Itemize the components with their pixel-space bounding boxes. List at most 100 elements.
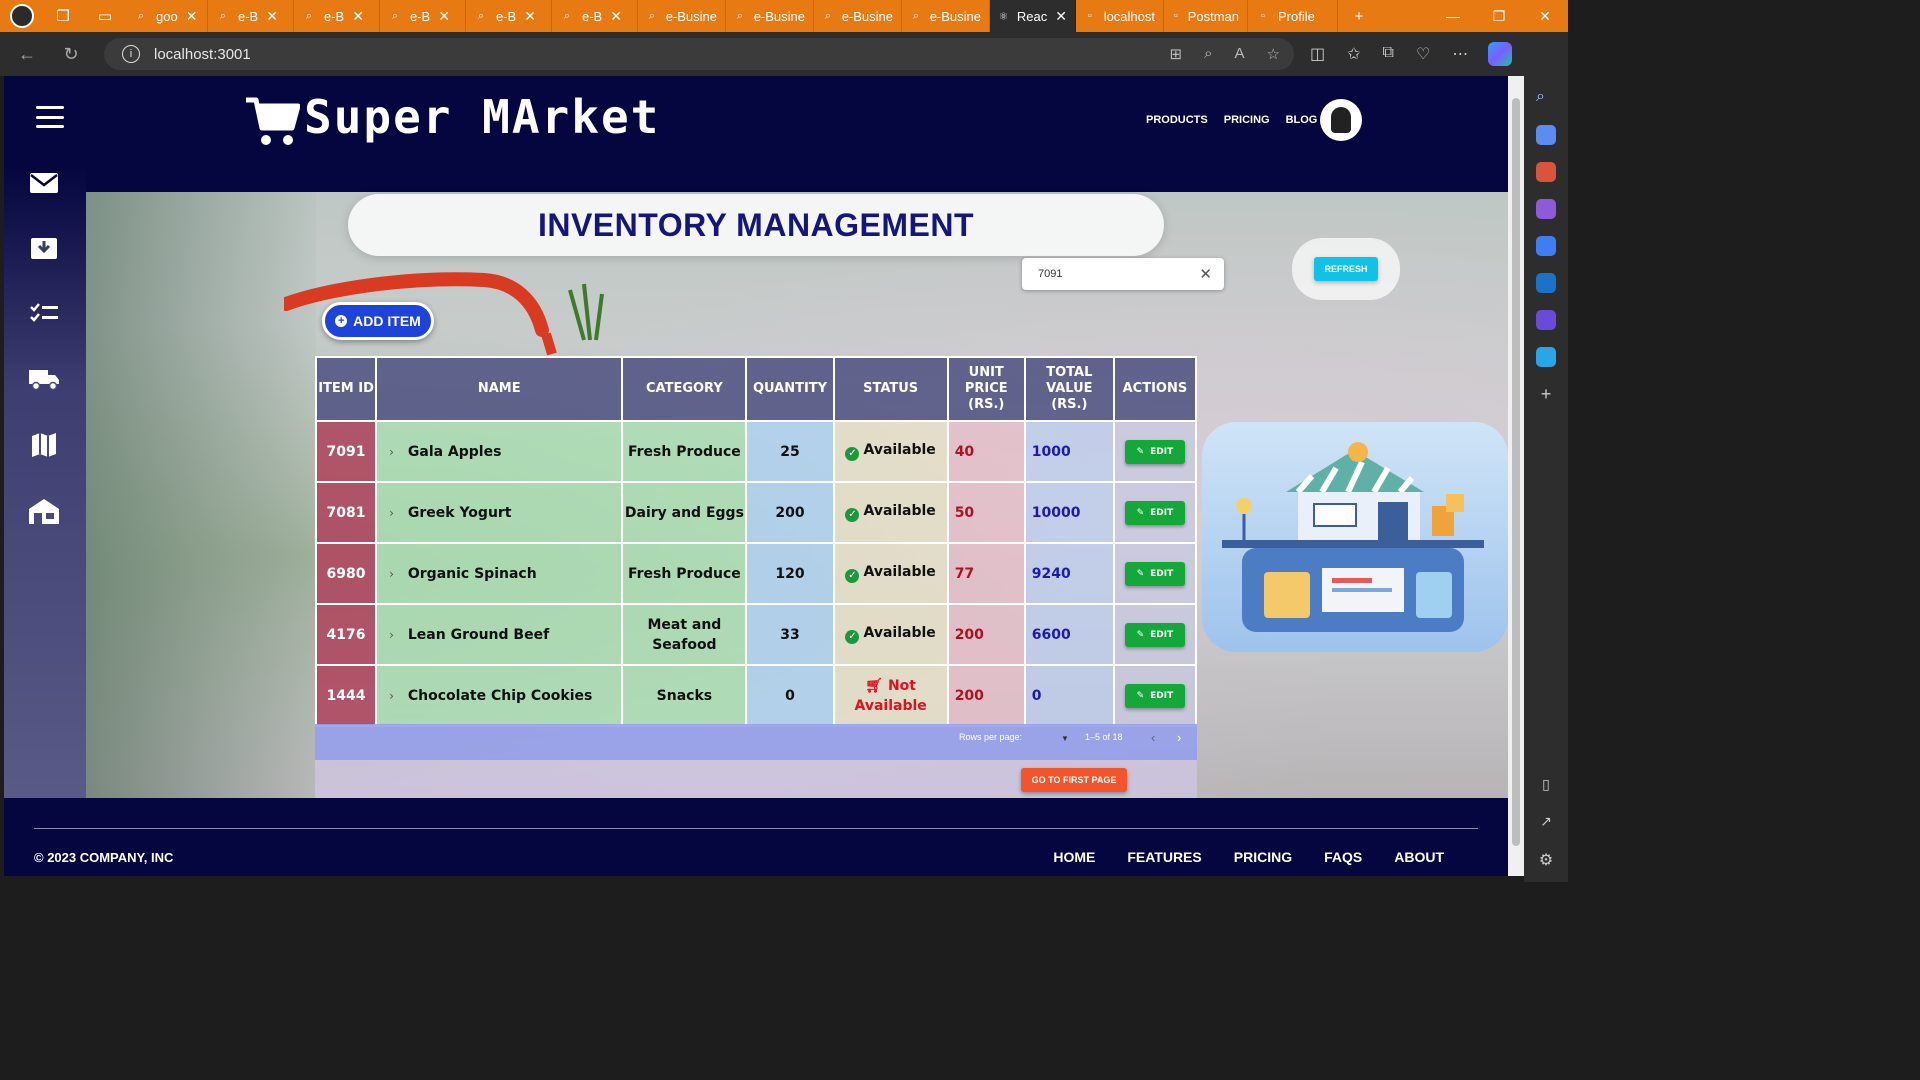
close-tab-icon[interactable]: ✕ [352,8,364,25]
expand-row-icon[interactable]: › [389,506,394,520]
close-tab-icon[interactable]: ✕ [438,8,450,25]
cell-name[interactable]: › Gala Apples [375,420,624,483]
close-window-icon[interactable]: ✕ [1522,8,1568,25]
cell-name[interactable]: › Lean Ground Beef [375,603,624,666]
external-link-icon[interactable]: ↗ [1536,813,1556,833]
favorites-icon[interactable]: ✩ [1347,44,1360,64]
site-info-icon[interactable]: i [122,45,140,63]
close-tab-icon[interactable]: ✕ [186,8,198,25]
edit-button[interactable]: ✎ EDIT [1124,561,1185,586]
edit-button[interactable]: ✎ EDIT [1124,622,1185,647]
browser-profile-icon[interactable] [10,4,34,28]
browser-tab[interactable]: ▫ localhost [1076,0,1164,32]
collections-icon[interactable]: ⧉ [1383,44,1394,64]
back-icon[interactable]: ← [10,44,44,65]
url-field[interactable]: i localhost:3001 ⊞ ⌕ A ☆ [104,38,1294,70]
cell-name[interactable]: › Greek Yogurt [375,481,624,544]
col-header-quantity[interactable]: QUANTITY [745,356,835,422]
table-row[interactable]: 4176 › Lean Ground Beef Meat and Seafood 33 ✓… [314,603,1198,666]
app-available-icon[interactable]: ⊞ [1170,45,1183,63]
read-aloud-icon[interactable]: A [1235,45,1245,63]
workspaces-icon[interactable]: ❐ [52,5,74,27]
browser-essentials-icon[interactable]: ♡ [1416,44,1430,64]
cell-name[interactable]: › Chocolate Chip Cookies [375,664,624,727]
table-row[interactable]: 7081 › Greek Yogurt Dairy and Eggs 200 ✓ Avail… [314,481,1198,544]
settings-gear-icon[interactable]: ⚙ [1536,850,1556,870]
brand-logo-text[interactable]: Super MArket [304,90,660,144]
restore-icon[interactable]: ❐ [1476,8,1522,25]
outlook-icon[interactable] [1536,273,1556,293]
col-header-status[interactable]: STATUS [832,356,949,422]
col-header-item-id[interactable]: ITEM ID [314,356,378,422]
designer-icon[interactable] [1536,310,1556,330]
minimize-icon[interactable]: — [1430,8,1476,25]
browser-tab[interactable]: ⌕ e-Busine [726,0,814,32]
browser-tab[interactable]: ⌕ e-Busine [638,0,726,32]
browser-tab[interactable]: ⌕ goo ✕ [126,0,208,32]
expand-row-icon[interactable]: › [389,567,394,581]
nav-blog[interactable]: BLOG [1286,114,1318,126]
clear-search-icon[interactable]: ✕ [1199,265,1212,283]
browser-tab[interactable]: ⌕ e-B ✕ [552,0,638,32]
refresh-button[interactable]: REFRESH [1314,257,1378,281]
map-icon[interactable] [28,430,60,460]
browser-tab[interactable]: ⌕ e-B ✕ [208,0,294,32]
edit-button[interactable]: ✎ EDIT [1124,439,1185,464]
add-sidebar-app-icon[interactable]: + [1536,384,1556,404]
browser-tab[interactable]: ⌕ e-Busine [814,0,902,32]
nav-products[interactable]: PRODUCTS [1146,114,1208,126]
add-item-button[interactable]: + ADD ITEM [322,302,434,340]
edit-button[interactable]: ✎ EDIT [1124,683,1185,708]
browser-tab[interactable]: ▫ Postman [1164,0,1248,32]
shopping-tag-icon[interactable] [1536,125,1556,145]
split-screen-icon[interactable]: ◫ [1310,44,1325,64]
next-page-icon[interactable]: › [1177,730,1181,745]
download-box-icon[interactable] [28,232,60,262]
go-to-first-page-button[interactable]: GO TO FIRST PAGE [1021,768,1127,792]
rows-per-page-dropdown-icon[interactable]: ▼ [1061,734,1069,743]
close-tab-icon[interactable]: ✕ [1055,8,1067,25]
browser-tab[interactable]: ⌕ e-B ✕ [466,0,552,32]
sidebar-panel-icon[interactable]: ▯ [1536,776,1556,796]
browser-tab[interactable]: ⌕ e-B ✕ [380,0,466,32]
tab-actions-icon[interactable]: ▭ [94,5,116,27]
send-icon[interactable] [1536,347,1556,367]
table-row[interactable]: 7091 › Gala Apples Fresh Produce 25 ✓ Availabl… [314,420,1198,483]
table-row[interactable]: 6980 › Organic Spinach Fresh Produce 120 ✓ Ava… [314,542,1198,605]
nav-pricing[interactable]: PRICING [1224,114,1270,126]
col-header-name[interactable]: NAME [375,356,624,422]
close-tab-icon[interactable]: ✕ [524,8,536,25]
footer-link-about[interactable]: ABOUT [1394,849,1444,865]
expand-row-icon[interactable]: › [389,689,394,703]
expand-row-icon[interactable]: › [389,628,394,642]
search-input[interactable] [1038,268,1178,280]
checklist-icon[interactable] [28,298,60,328]
new-tab-icon[interactable]: + [1348,5,1370,27]
mail-icon[interactable] [28,168,60,198]
browser-tab[interactable]: ▫ Profile [1248,0,1338,32]
search-icon[interactable]: ⌕ [1536,88,1556,108]
col-header-total-value[interactable]: TOTAL VALUE (RS.) [1023,356,1115,422]
col-header-unit-price[interactable]: UNIT PRICE (RS.) [946,356,1026,422]
col-header-category[interactable]: CATEGORY [621,356,748,422]
expand-row-icon[interactable]: › [389,445,394,459]
tools-icon[interactable] [1536,162,1556,182]
footer-link-features[interactable]: FEATURES [1127,849,1201,865]
user-avatar[interactable] [1320,99,1362,141]
close-tab-icon[interactable]: ✕ [610,8,622,25]
games-icon[interactable] [1536,199,1556,219]
more-menu-icon[interactable]: ⋯ [1452,44,1468,64]
footer-link-pricing[interactable]: PRICING [1234,849,1292,865]
search-field[interactable]: ✕ [1022,258,1224,290]
copilot-icon[interactable] [1488,42,1513,66]
browser-tab[interactable]: ⌕ e-B ✕ [294,0,380,32]
footer-link-faqs[interactable]: FAQS [1324,849,1362,865]
table-row[interactable]: 1444 › Chocolate Chip Cookies Snacks 0 🛒︎ Not… [314,664,1198,727]
copilot-sidebar-icon[interactable] [1536,236,1556,256]
hamburger-menu-icon[interactable] [36,106,64,128]
edit-button[interactable]: ✎ EDIT [1124,500,1185,525]
reload-icon[interactable]: ↻ [54,44,88,65]
zoom-icon[interactable]: ⌕ [1204,45,1212,63]
footer-link-home[interactable]: HOME [1053,849,1095,865]
delivery-truck-icon[interactable] [28,364,60,394]
